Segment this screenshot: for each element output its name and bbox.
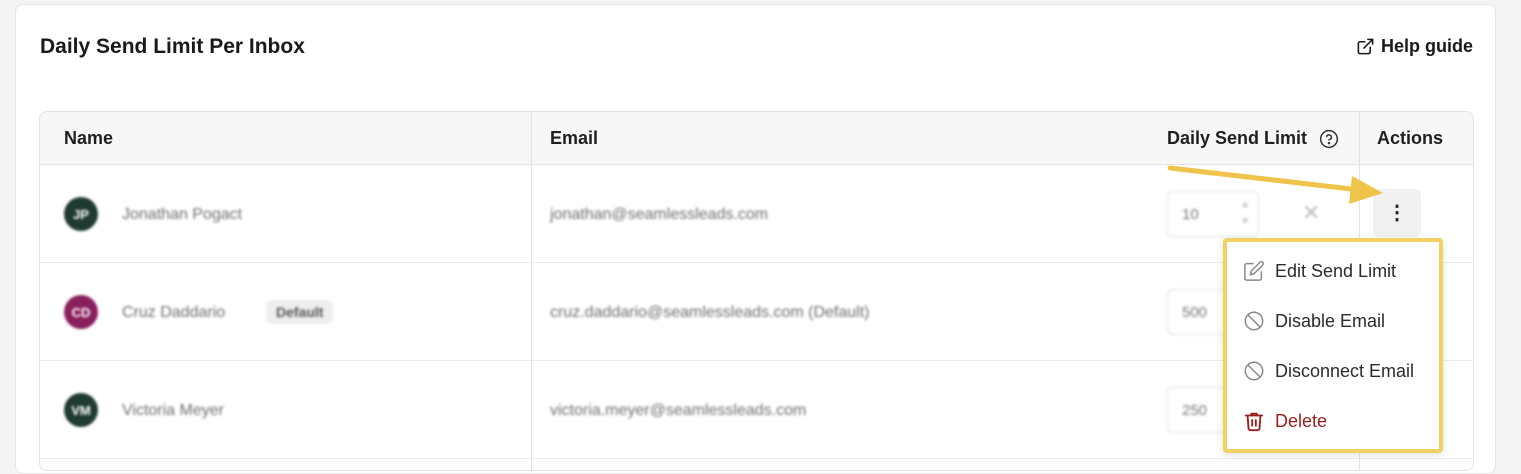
limit-input[interactable]: 10 ▲ ▼ — [1167, 191, 1259, 237]
menu-item-delete[interactable]: Delete — [1243, 410, 1327, 432]
row-actions-button[interactable]: ⋮ — [1373, 189, 1421, 237]
avatar: JP — [64, 197, 98, 231]
ban-icon — [1244, 311, 1264, 331]
menu-item-disable-email[interactable]: Disable Email — [1243, 310, 1385, 332]
column-header-actions: Actions — [1377, 128, 1444, 148]
trash-icon — [1244, 412, 1264, 432]
close-icon[interactable]: ✕ — [1302, 200, 1320, 226]
limit-value: 250 — [1182, 401, 1208, 419]
inbox-name: Victoria Meyer — [122, 402, 224, 419]
stepper[interactable]: ▲ ▼ — [1240, 196, 1250, 230]
avatar: VM — [64, 393, 98, 427]
menu-item-label: Edit Send Limit — [1275, 260, 1397, 281]
menu-item-label: Disconnect Email — [1275, 360, 1415, 381]
actions-menu: Edit Send Limit Disable Email Disconnect… — [1223, 238, 1443, 453]
limit-value: 10 — [1182, 205, 1199, 223]
ban-icon — [1244, 361, 1264, 381]
external-link-icon — [1357, 38, 1374, 55]
edit-icon — [1244, 261, 1264, 281]
chevron-up-icon[interactable]: ▲ — [1240, 196, 1250, 213]
column-header-email: Email — [550, 128, 599, 148]
help-guide-label[interactable]: Help guide — [1381, 36, 1473, 57]
inbox-name: Cruz Daddario — [122, 304, 226, 321]
menu-item-edit-send-limit[interactable]: Edit Send Limit — [1243, 260, 1396, 282]
card-title: Daily Send Limit Per Inbox — [40, 35, 305, 58]
default-badge: Default — [266, 300, 334, 324]
help-circle-icon[interactable] — [1319, 129, 1339, 149]
more-vertical-icon[interactable]: ⋮ — [1387, 203, 1407, 223]
inbox-email: cruz.daddario@seamlessleads.com (Default… — [550, 304, 870, 321]
inbox-email: victoria.meyer@seamlessleads.com — [550, 402, 807, 419]
avatar: CD — [64, 295, 98, 329]
limit-value: 500 — [1182, 303, 1208, 321]
column-header-limit: Daily Send Limit — [1167, 112, 1339, 165]
help-guide-link[interactable]: Help guide — [1356, 36, 1473, 57]
inbox-email: jonathan@seamlessleads.com — [550, 206, 769, 223]
column-header-limit-label: Daily Send Limit — [1167, 128, 1308, 148]
menu-item-label: Disable Email — [1275, 310, 1386, 331]
inbox-name: Jonathan Pogact — [122, 206, 243, 223]
column-header-name: Name — [64, 128, 114, 148]
menu-item-disconnect-email[interactable]: Disconnect Email — [1243, 360, 1414, 382]
menu-item-label: Delete — [1275, 410, 1328, 431]
table-header: Name Email Daily Send Limit Actions — [40, 112, 1473, 165]
chevron-down-icon[interactable]: ▼ — [1240, 213, 1250, 230]
